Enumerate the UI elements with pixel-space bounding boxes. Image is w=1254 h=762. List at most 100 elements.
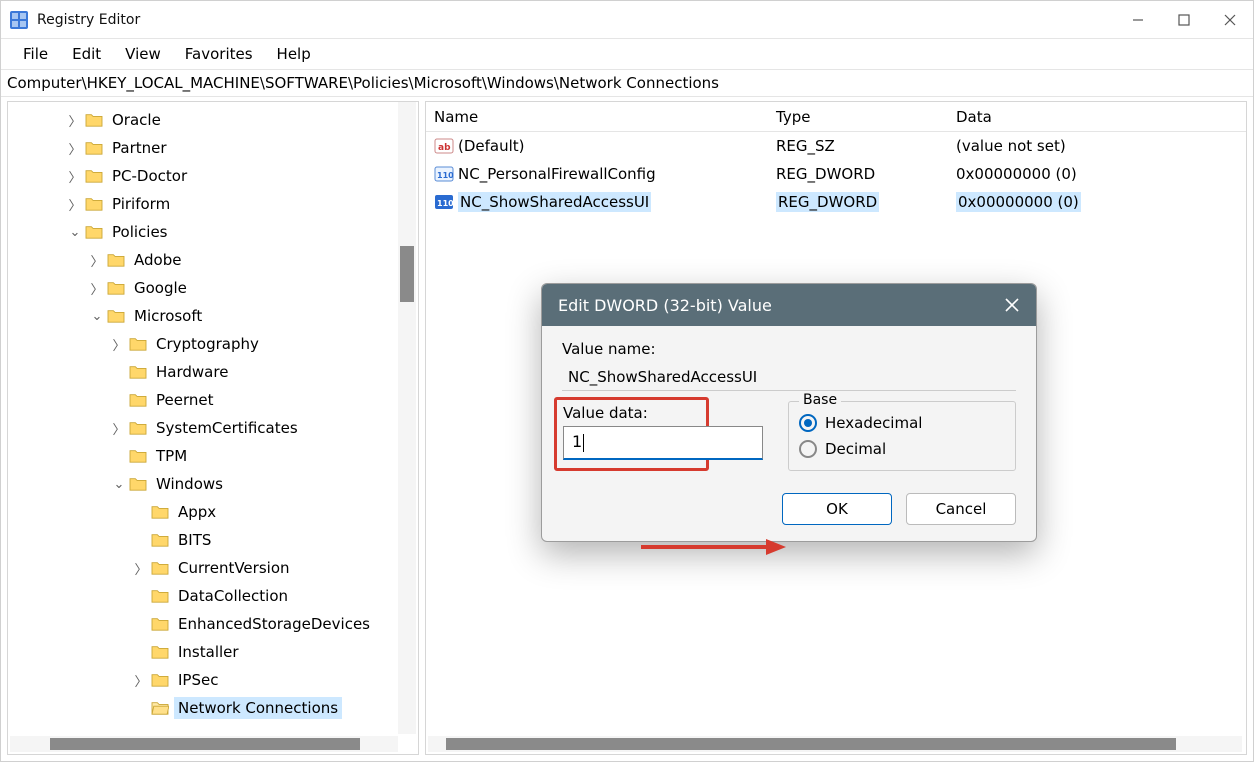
tree-label: IPSec [174,669,222,691]
folder-icon [150,531,170,549]
tree-node-policies[interactable]: ⌄ Policies [8,218,418,246]
tree-label: Piriform [108,193,174,215]
tree-label: CurrentVersion [174,557,294,579]
value-type: REG_DWORD [776,165,875,183]
chevron-right-icon[interactable]: 〉 [132,671,150,690]
menu-file[interactable]: File [11,41,60,67]
chevron-down-icon[interactable]: ⌄ [110,477,128,492]
chevron-right-icon[interactable]: 〉 [66,195,84,214]
scrollbar-thumb[interactable] [50,738,360,750]
tree-label: Adobe [130,249,185,271]
radio-label: Decimal [825,440,886,458]
tree[interactable]: 〉 Oracle 〉 Partner 〉 PC-Doctor 〉 Piriform ⌄ P… [8,102,418,754]
minimize-button[interactable] [1115,1,1161,39]
col-header-data[interactable]: Data [956,108,1246,126]
tree-node-installer[interactable]: 〉Installer [8,638,418,666]
col-header-type[interactable]: Type [776,108,956,126]
list-horizontal-scrollbar[interactable] [428,736,1242,752]
scrollbar-thumb[interactable] [446,738,1176,750]
folder-icon [150,503,170,521]
dword-value-icon: 110 [434,193,454,211]
value-data-input[interactable]: 1 [563,426,763,460]
folder-icon [84,167,104,185]
tree-node-windows[interactable]: ⌄ Windows [8,470,418,498]
radio-decimal[interactable]: Decimal [799,440,1005,458]
tree-node-microsoft[interactable]: ⌄ Microsoft [8,302,418,330]
radio-label: Hexadecimal [825,414,922,432]
list-row[interactable]: 110 NC_PersonalFirewallConfig REG_DWORD 0… [426,160,1246,188]
tree-label: Policies [108,221,171,243]
tree-node-ipsec[interactable]: 〉 IPSec [8,666,418,694]
tree-label: Partner [108,137,171,159]
tree-label: PC-Doctor [108,165,191,187]
addressbar[interactable]: Computer\HKEY_LOCAL_MACHINE\SOFTWARE\Pol… [1,69,1253,97]
value-name-field[interactable]: NC_ShowSharedAccessUI [562,364,1016,391]
tree-vertical-scrollbar[interactable] [398,102,416,734]
list-row[interactable]: 110NC_ShowSharedAccessUI REG_DWORD 0x000… [426,188,1246,216]
tree-horizontal-scrollbar[interactable] [10,736,398,752]
tree-node-google[interactable]: 〉Google [8,274,418,302]
tree-node-appx[interactable]: 〉Appx [8,498,418,526]
chevron-right-icon[interactable]: 〉 [66,111,84,130]
tree-node-peernet[interactable]: 〉Peernet [8,386,418,414]
chevron-down-icon[interactable]: ⌄ [66,225,84,240]
tree-label: TPM [152,445,191,467]
folder-icon [128,391,148,409]
menu-favorites[interactable]: Favorites [173,41,265,67]
menu-view[interactable]: View [113,41,173,67]
radio-hexadecimal[interactable]: Hexadecimal [799,414,1005,432]
tree-node-partner[interactable]: 〉 Partner [8,134,418,162]
menu-help[interactable]: Help [265,41,323,67]
value-data: 0x00000000 (0) [956,165,1077,183]
value-name: NC_PersonalFirewallConfig [458,165,656,183]
chevron-right-icon[interactable]: 〉 [66,167,84,186]
close-button[interactable] [1207,1,1253,39]
maximize-button[interactable] [1161,1,1207,39]
cancel-button[interactable]: Cancel [906,493,1016,525]
dialog-titlebar: Edit DWORD (32-bit) Value [542,284,1036,326]
tree-node-oracle[interactable]: 〉 Oracle [8,106,418,134]
chevron-right-icon[interactable]: 〉 [66,139,84,158]
chevron-right-icon[interactable]: 〉 [88,251,106,270]
tree-node-pcdoctor[interactable]: 〉 PC-Doctor [8,162,418,190]
base-group: Base Hexadecimal Decimal [788,401,1016,471]
tree-node-hardware[interactable]: 〉Hardware [8,358,418,386]
col-header-name[interactable]: Name [426,108,776,126]
tree-label: Microsoft [130,305,206,327]
tree-node-piriform[interactable]: 〉 Piriform [8,190,418,218]
edit-dword-dialog: Edit DWORD (32-bit) Value Value name: NC… [541,283,1037,542]
svg-text:110: 110 [437,171,454,180]
scrollbar-thumb[interactable] [400,246,414,302]
tree-node-datacollection[interactable]: 〉DataCollection [8,582,418,610]
tree-label: Oracle [108,109,165,131]
tree-node-adobe[interactable]: 〉 Adobe [8,246,418,274]
svg-text:ab: ab [438,143,451,153]
folder-icon [150,615,170,633]
value-data-highlight: Value data: 1 [554,397,709,471]
tree-node-bits[interactable]: 〉BITS [8,526,418,554]
svg-text:110: 110 [437,199,454,208]
address-text: Computer\HKEY_LOCAL_MACHINE\SOFTWARE\Pol… [7,74,719,92]
chevron-right-icon[interactable]: 〉 [110,419,128,438]
tree-node-cryptography[interactable]: 〉Cryptography [8,330,418,358]
dialog-close-button[interactable] [998,291,1026,319]
folder-icon [84,223,104,241]
tree-node-currentversion[interactable]: 〉 CurrentVersion [8,554,418,582]
ok-button[interactable]: OK [782,493,892,525]
tree-node-netconn[interactable]: 〉Network Connections [8,694,418,722]
folder-open-icon [150,699,170,717]
list-row[interactable]: ab(Default) REG_SZ (value not set) [426,132,1246,160]
chevron-right-icon[interactable]: 〉 [88,279,106,298]
menubar: File Edit View Favorites Help [1,39,1253,69]
value-name-label: Value name: [562,340,1016,358]
menu-edit[interactable]: Edit [60,41,113,67]
titlebar: Registry Editor [1,1,1253,39]
tree-node-tpm[interactable]: 〉TPM [8,442,418,470]
tree-node-esd[interactable]: 〉EnhancedStorageDevices [8,610,418,638]
folder-icon [150,671,170,689]
chevron-right-icon[interactable]: 〉 [132,559,150,578]
chevron-down-icon[interactable]: ⌄ [88,309,106,324]
tree-node-systemcert[interactable]: 〉SystemCertificates [8,414,418,442]
tree-label: Windows [152,473,227,495]
chevron-right-icon[interactable]: 〉 [110,335,128,354]
